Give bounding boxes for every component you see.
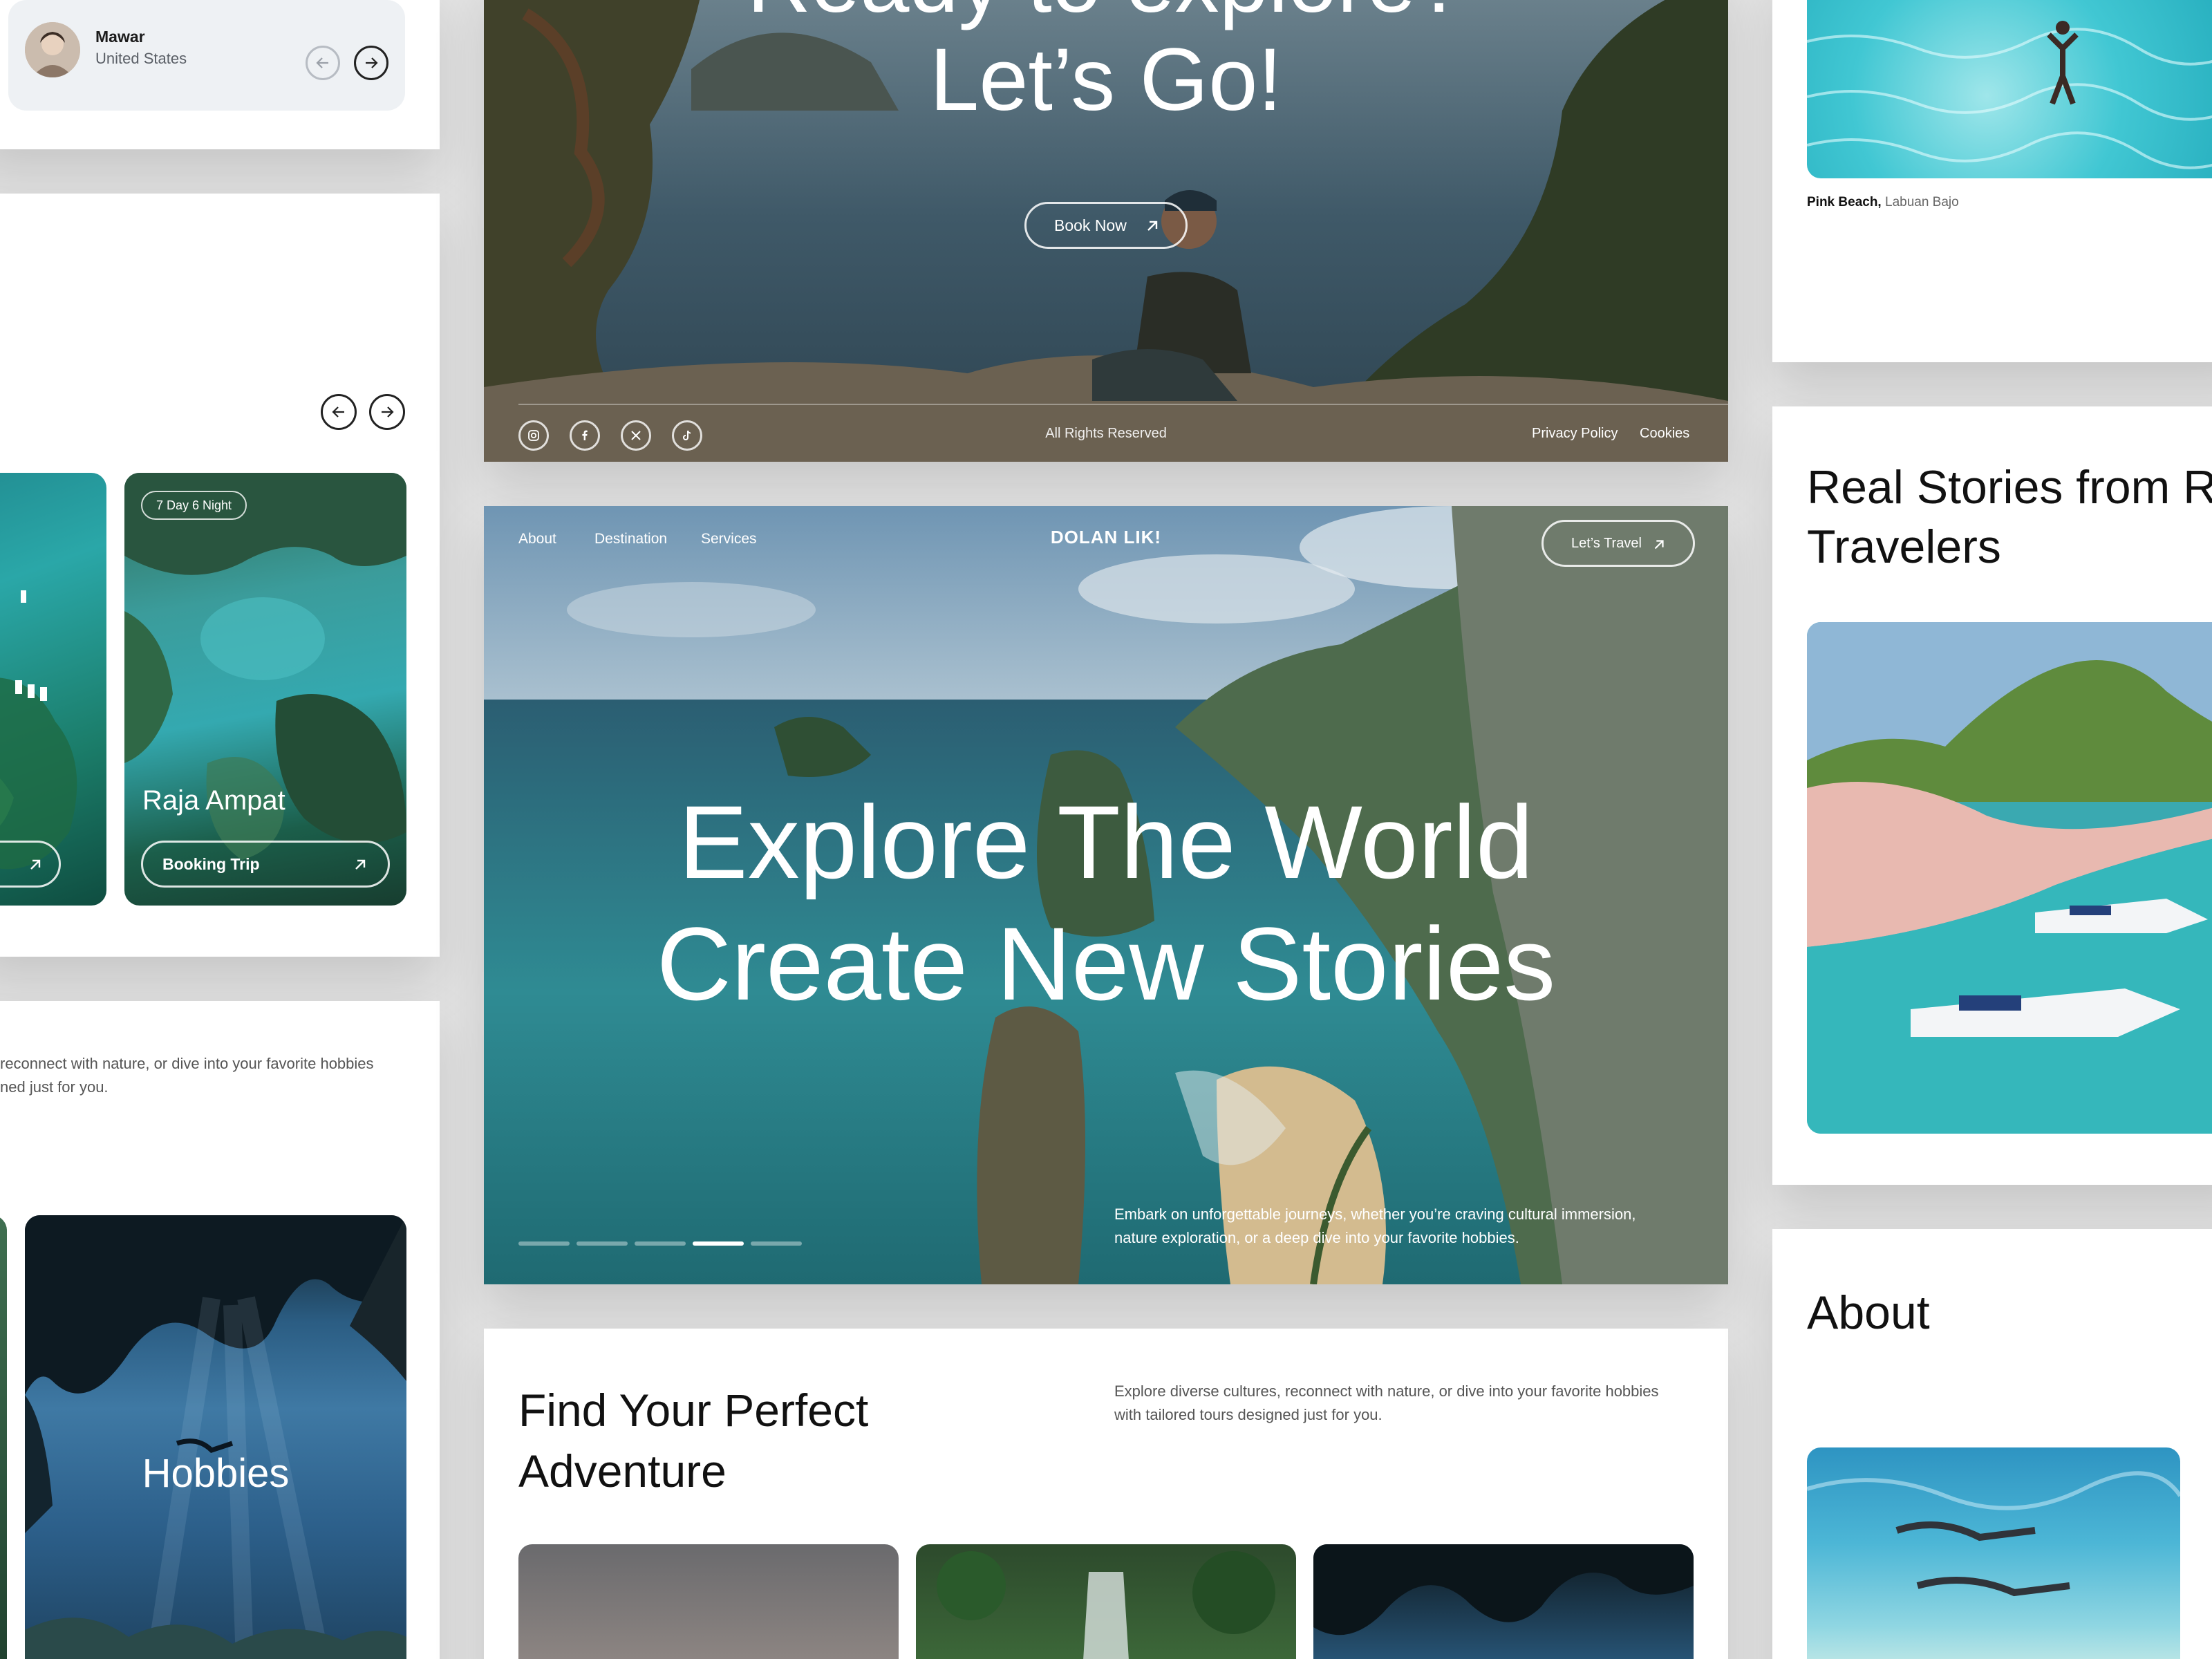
about-title: About — [1807, 1286, 1930, 1339]
destination-card[interactable]: 7 Day 6 Night Raja Ampat Booking Trip — [124, 473, 406, 906]
hero-desc-line2: nature exploration, or a deep dive into … — [1114, 1229, 1519, 1246]
cookies-link[interactable]: Cookies — [1640, 426, 1689, 442]
review-card: Mawar United States — [8, 0, 405, 111]
partial-card-button[interactable] — [0, 841, 61, 888]
slide-dot[interactable] — [577, 1241, 628, 1246]
destinations-panel: 7 Day 6 Night Raja Ampat Booking Trip — [0, 194, 440, 957]
review-panel: Mawar United States — [0, 0, 440, 149]
arrow-left-icon — [332, 406, 344, 418]
stories-panel: Real Stories from R Travelers — [1772, 406, 2212, 1185]
book-now-button[interactable]: Book Now — [1024, 202, 1188, 249]
adventure-title-line1: Find Your Perfect — [518, 1385, 869, 1436]
reviewer-country: United States — [95, 50, 187, 67]
hero-desc-line1: Embark on unforgettable journeys, whethe… — [1114, 1206, 1636, 1223]
hobbies-card[interactable]: Hobbies — [25, 1215, 406, 1659]
hero-title-line2: Create New Stories — [656, 906, 1556, 1022]
arrow-up-right-icon — [355, 859, 366, 870]
review-prev-button[interactable] — [306, 46, 340, 80]
cta-title-line2: Let’s Go! — [930, 30, 1282, 129]
adventure-panel: Find Your Perfect Adventure Explore dive… — [484, 1329, 1728, 1659]
arrow-left-icon — [316, 57, 328, 68]
hobbies-title: Hobbies — [142, 1451, 290, 1496]
adventure-desc-line2: with tailored tours designed just for yo… — [1114, 1406, 1382, 1423]
destinations-prev-button[interactable] — [321, 394, 357, 430]
intro-text-line1: reconnect with nature, or dive into your… — [0, 1055, 374, 1072]
intro-text-line2: ned just for you. — [0, 1078, 109, 1096]
categories-panel: reconnect with nature, or dive into your… — [0, 1001, 440, 1659]
gallery-panel: Pink Beach, Labuan Bajo — [1772, 0, 2212, 362]
adventure-card-culture[interactable] — [518, 1544, 899, 1659]
slide-dot[interactable] — [518, 1241, 570, 1246]
hero-title-line1: Explore The World — [678, 784, 1534, 900]
cta-divider — [518, 404, 1728, 405]
destination-card-partial[interactable] — [0, 473, 106, 906]
category-card-partial[interactable] — [0, 1215, 7, 1659]
arrow-right-icon — [382, 406, 394, 418]
cta-panel: Ready to explore? Let’s Go! Book Now All… — [484, 0, 1728, 462]
cave-image — [1313, 1544, 1694, 1635]
booking-trip-button[interactable]: Booking Trip — [141, 841, 390, 888]
avatar — [25, 22, 80, 77]
gallery-caption: Pink Beach, Labuan Bajo — [1807, 195, 1959, 210]
adventure-title-line2: Adventure — [518, 1445, 727, 1497]
underwater-cave-image — [25, 1215, 406, 1659]
swimmer-image[interactable] — [1807, 0, 2212, 178]
about-panel: About — [1772, 1229, 2212, 1659]
pink-beach-image[interactable] — [1807, 622, 2212, 1134]
hero-panel: About Destination Services DOLAN LIK! Le… — [484, 506, 1728, 1284]
cta-title-line1: Ready to explore? — [484, 0, 1728, 32]
waterfall-image — [937, 1551, 1275, 1659]
gallery-region: Labuan Bajo — [1881, 195, 1959, 209]
adventure-desc-line1: Explore diverse cultures, reconnect with… — [1114, 1382, 1659, 1400]
destinations-next-button[interactable] — [369, 394, 405, 430]
arrow-up-right-icon — [1147, 221, 1158, 231]
stories-title-line1: Real Stories from R — [1807, 461, 2212, 514]
review-next-button[interactable] — [354, 46, 388, 80]
pool-water-image — [1807, 21, 2212, 169]
gallery-place: Pink Beach, — [1807, 195, 1882, 209]
arrow-up-right-icon — [30, 859, 41, 870]
stories-title-line2: Travelers — [1807, 521, 2001, 573]
duration-badge: 7 Day 6 Night — [141, 491, 247, 520]
underwater-swimmer-image[interactable] — [1807, 1447, 2180, 1659]
slide-dot[interactable] — [751, 1241, 802, 1246]
adventure-card-hobbies[interactable] — [1313, 1544, 1694, 1659]
slide-indicators — [518, 1241, 802, 1246]
arrow-up-right-icon — [1654, 540, 1664, 550]
slide-dot[interactable] — [635, 1241, 686, 1246]
pink-beach-boats-image — [1807, 622, 2212, 1134]
arrow-right-icon — [366, 57, 378, 68]
adventure-card-nature[interactable] — [916, 1544, 1296, 1659]
lets-travel-button[interactable]: Let’s Travel — [1541, 520, 1695, 567]
destination-title: Raja Ampat — [142, 785, 285, 816]
reviewer-name: Mawar — [95, 28, 145, 46]
slide-dot-active[interactable] — [693, 1241, 744, 1246]
privacy-policy-link[interactable]: Privacy Policy — [1532, 426, 1618, 442]
ocean-floor-image — [1807, 1471, 2180, 1597]
booking-trip-label: Booking Trip — [162, 854, 260, 873]
book-now-label: Book Now — [1054, 216, 1127, 234]
lets-travel-label: Let’s Travel — [1571, 535, 1642, 551]
